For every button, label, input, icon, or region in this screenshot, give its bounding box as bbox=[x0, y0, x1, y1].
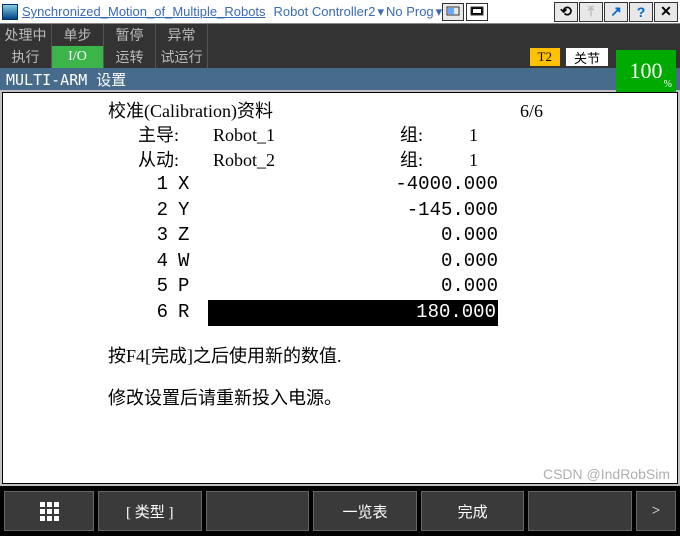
coord-value[interactable]: 0.000 bbox=[208, 249, 498, 275]
coord-index: 2 bbox=[23, 198, 178, 224]
reload-button[interactable]: ⟲ bbox=[554, 2, 578, 22]
coord-axis: X bbox=[178, 172, 208, 198]
watermark: CSDN @IndRobSim bbox=[543, 466, 670, 482]
close-button[interactable]: ✕ bbox=[654, 2, 678, 22]
coord-row[interactable]: 5P0.000 bbox=[23, 274, 657, 300]
mode-badge: T2 bbox=[530, 48, 560, 66]
program-dropdown[interactable]: No Prog▾ bbox=[386, 4, 442, 20]
page-counter: 6/6 bbox=[343, 99, 543, 123]
device-button-1[interactable] bbox=[442, 3, 464, 21]
group-label: 组: bbox=[343, 148, 423, 172]
coord-row[interactable]: 1X-4000.000 bbox=[23, 172, 657, 198]
f2-button[interactable] bbox=[206, 491, 310, 531]
chevron-down-icon: ▾ bbox=[377, 4, 384, 20]
coord-row[interactable]: 3Z0.000 bbox=[23, 223, 657, 249]
coord-index: 5 bbox=[23, 274, 178, 300]
instruction-1: 按F4[完成]之后使用新的数值. bbox=[23, 344, 657, 368]
f5-button[interactable] bbox=[528, 491, 632, 531]
status-run: 执行 bbox=[0, 46, 52, 68]
coord-row[interactable]: 4W0.000 bbox=[23, 249, 657, 275]
instruction-2: 修改设置后请重新投入电源。 bbox=[23, 386, 657, 410]
coord-row[interactable]: 6R180.000 bbox=[23, 300, 657, 326]
help-button[interactable]: ? bbox=[629, 2, 653, 22]
coord-index: 6 bbox=[23, 300, 178, 326]
status-area: 处理中 单步 暂停 异常 执行 I/O 运转 试运行 T2 关节 100 % bbox=[0, 24, 680, 68]
status-pause: 暂停 bbox=[104, 24, 156, 46]
coord-badge[interactable]: 关节 bbox=[566, 48, 608, 66]
grid-icon bbox=[40, 502, 59, 521]
coord-row[interactable]: 2Y-145.000 bbox=[23, 198, 657, 224]
coord-index: 4 bbox=[23, 249, 178, 275]
status-io: I/O bbox=[52, 46, 104, 68]
coord-value[interactable]: 0.000 bbox=[208, 274, 498, 300]
master-label: 主导: bbox=[23, 123, 213, 147]
app-icon bbox=[2, 4, 18, 20]
slave-name: Robot_2 bbox=[213, 148, 343, 172]
top-button[interactable]: ⤒ bbox=[579, 2, 603, 22]
type-button[interactable]: [ 类型 ] bbox=[98, 491, 202, 531]
slave-group: 1 bbox=[423, 148, 478, 172]
status-fault: 异常 bbox=[156, 24, 208, 46]
controller-dropdown[interactable]: Robot Controller2▾ bbox=[274, 4, 384, 20]
coord-axis: P bbox=[178, 274, 208, 300]
coord-index: 1 bbox=[23, 172, 178, 198]
coord-axis: W bbox=[178, 249, 208, 275]
softkey-bar: [ 类型 ] 一览表 完成 > bbox=[0, 486, 680, 536]
external-icon: ↗ bbox=[610, 3, 622, 20]
title-bar: Synchronized_Motion_of_Multiple_Robots R… bbox=[0, 0, 680, 24]
list-button[interactable]: 一览表 bbox=[313, 491, 417, 531]
screen-title: MULTI-ARM 设置 bbox=[6, 69, 126, 90]
coord-value[interactable]: 0.000 bbox=[208, 223, 498, 249]
reload-icon: ⟲ bbox=[560, 3, 572, 20]
coord-axis: Z bbox=[178, 223, 208, 249]
coord-value[interactable]: -4000.000 bbox=[208, 172, 498, 198]
calibration-title: 校准(Calibration)资料 bbox=[23, 99, 343, 123]
coord-value[interactable]: 180.000 bbox=[208, 300, 498, 326]
coord-axis: R bbox=[178, 300, 208, 326]
done-button[interactable]: 完成 bbox=[421, 491, 525, 531]
status-step: 单步 bbox=[52, 24, 104, 46]
next-button[interactable]: > bbox=[636, 491, 676, 531]
screen-title-bar: MULTI-ARM 设置 🔍 bbox=[0, 68, 680, 90]
status-test: 试运行 bbox=[156, 46, 208, 68]
status-oper: 运转 bbox=[104, 46, 156, 68]
coord-axis: Y bbox=[178, 198, 208, 224]
master-name: Robot_1 bbox=[213, 123, 343, 147]
speed-indicator[interactable]: 100 % bbox=[616, 50, 676, 92]
status-processing: 处理中 bbox=[0, 24, 52, 46]
slave-label: 从动: bbox=[23, 148, 213, 172]
external-button[interactable]: ↗ bbox=[604, 2, 628, 22]
device-button-2[interactable] bbox=[466, 3, 488, 21]
coord-value[interactable]: -145.000 bbox=[208, 198, 498, 224]
menu-button[interactable] bbox=[4, 491, 94, 531]
project-title: Synchronized_Motion_of_Multiple_Robots bbox=[22, 4, 266, 19]
coord-index: 3 bbox=[23, 223, 178, 249]
group-label: 组: bbox=[343, 123, 423, 147]
master-group: 1 bbox=[423, 123, 478, 147]
main-content: 校准(Calibration)资料 6/6 主导: Robot_1 组: 1 从… bbox=[2, 92, 678, 484]
top-icon: ⤒ bbox=[588, 3, 594, 20]
